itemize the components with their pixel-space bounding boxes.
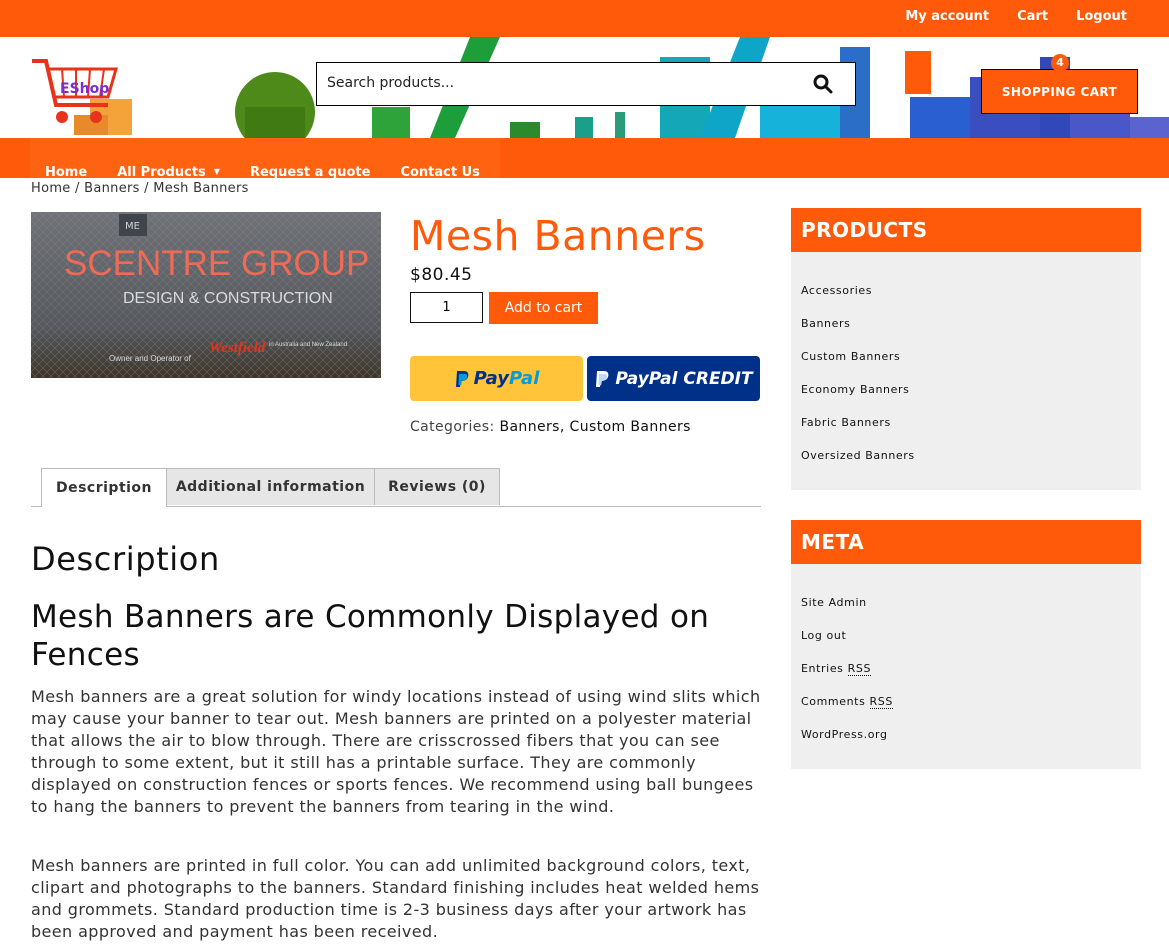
rss-abbr: RSS <box>869 695 893 709</box>
account-links: My account Cart Logout <box>905 9 1127 24</box>
image-line1: SCENTRE GROUP <box>64 244 369 283</box>
product-tabs: Description Additional information Revie… <box>31 468 761 507</box>
image-brand: Westfield <box>209 340 266 356</box>
meta-log-out[interactable]: Log out <box>801 629 846 642</box>
sidebar-item-economy-banners[interactable]: Economy Banners <box>801 383 909 396</box>
meta-widget-title: META <box>791 520 1141 564</box>
tab-additional-information[interactable]: Additional information <box>166 468 375 505</box>
search-button[interactable] <box>791 63 855 105</box>
nav-menu: Home All Products ▼ Request a quote Conta… <box>45 165 480 178</box>
cart-link[interactable]: Cart <box>1017 9 1048 24</box>
product-title: Mesh Banners <box>410 212 706 260</box>
nav-contact-us[interactable]: Contact Us <box>400 165 479 178</box>
main-nav: Home All Products ▼ Request a quote Conta… <box>0 138 1169 178</box>
product-image[interactable]: ME SCENTRE GROUP DESIGN & CONSTRUCTION O… <box>31 212 381 378</box>
products-widget: PRODUCTS Accessories Banners Custom Bann… <box>791 208 1141 490</box>
search-icon <box>813 74 833 94</box>
my-account-link[interactable]: My account <box>905 9 989 24</box>
sidebar-item-custom-banners[interactable]: Custom Banners <box>801 350 900 363</box>
paypal-credit-logo-icon <box>596 370 609 387</box>
shopping-cart-button[interactable]: SHOPPING CART <box>981 69 1138 114</box>
paypal-text-pal: Pal <box>509 368 540 389</box>
tab-reviews[interactable]: Reviews (0) <box>374 468 500 505</box>
breadcrumb[interactable]: Home / Banners / Mesh Banners <box>31 181 249 196</box>
meta-site-admin[interactable]: Site Admin <box>801 596 867 609</box>
chevron-down-icon: ▼ <box>213 167 220 176</box>
nav-request-quote[interactable]: Request a quote <box>250 165 371 178</box>
image-line4: in Australia and New Zealand <box>269 342 347 348</box>
products-widget-title: PRODUCTS <box>791 208 1141 252</box>
cart-decoration <box>905 51 931 94</box>
logout-link[interactable]: Logout <box>1076 9 1127 24</box>
meta-comments-rss[interactable]: Comments RSS <box>801 695 893 709</box>
description-paragraph-2: Mesh banners are printed in full color. … <box>31 856 760 941</box>
description-paragraph-1: Mesh banners are a great solution for wi… <box>31 687 761 816</box>
sidebar-item-accessories[interactable]: Accessories <box>801 284 872 297</box>
description-subheading: Mesh Banners are Commonly Displayed on F… <box>31 599 710 673</box>
logo-text: EShop <box>60 81 109 97</box>
shopping-cart-logo-icon: EShop <box>32 59 132 135</box>
paypal-button[interactable]: PayPal <box>410 356 583 401</box>
sidebar-item-banners[interactable]: Banners <box>801 317 850 330</box>
meta-entries-rss[interactable]: Entries RSS <box>801 662 872 676</box>
meta-wordpress-org[interactable]: WordPress.org <box>801 728 888 741</box>
paypal-logo-icon <box>455 370 468 387</box>
search-box <box>316 62 856 106</box>
rss-abbr: RSS <box>847 662 872 676</box>
sidebar-item-fabric-banners[interactable]: Fabric Banners <box>801 416 891 429</box>
categories-label: Categories: <box>410 419 495 435</box>
product-categories: Categories: Banners, Custom Banners <box>410 419 691 435</box>
product-price: $80.45 <box>410 265 473 285</box>
image-line3: Owner and Operator of <box>109 354 192 363</box>
paypal-credit-text: PayPal CREDIT <box>615 368 753 389</box>
search-input[interactable] <box>317 63 807 103</box>
cart-count-badge: 4 <box>1051 54 1069 72</box>
description-heading: Description <box>31 540 220 578</box>
quantity-input[interactable] <box>410 292 483 323</box>
image-top-text: ME <box>125 221 140 232</box>
paypal-text-pay: Pay <box>473 368 509 389</box>
top-bar: My account Cart Logout <box>0 0 1169 37</box>
meta-entries-label: Entries <box>801 662 844 675</box>
categories-links[interactable]: Banners, Custom Banners <box>499 419 690 435</box>
meta-widget: META Site Admin Log out Entries RSS Comm… <box>791 520 1141 769</box>
nav-all-products-label: All Products <box>117 165 206 178</box>
tab-description[interactable]: Description <box>41 468 167 507</box>
nav-all-products[interactable]: All Products ▼ <box>117 165 220 178</box>
mesh-banner-photo: ME SCENTRE GROUP DESIGN & CONSTRUCTION O… <box>31 212 381 378</box>
image-line2: DESIGN & CONSTRUCTION <box>123 290 333 307</box>
site-header: EShop SHOPPING CART 4 <box>0 37 1169 138</box>
meta-comments-label: Comments <box>801 695 866 708</box>
products-list: Accessories Banners Custom Banners Econo… <box>791 252 1141 482</box>
paypal-credit-button[interactable]: PayPal CREDIT <box>587 356 760 401</box>
sidebar-item-oversized-banners[interactable]: Oversized Banners <box>801 449 915 462</box>
meta-list: Site Admin Log out Entries RSS Comments … <box>791 564 1141 761</box>
add-to-cart-button[interactable]: Add to cart <box>489 292 598 324</box>
nav-home[interactable]: Home <box>45 165 87 178</box>
site-logo[interactable]: EShop <box>30 55 134 137</box>
